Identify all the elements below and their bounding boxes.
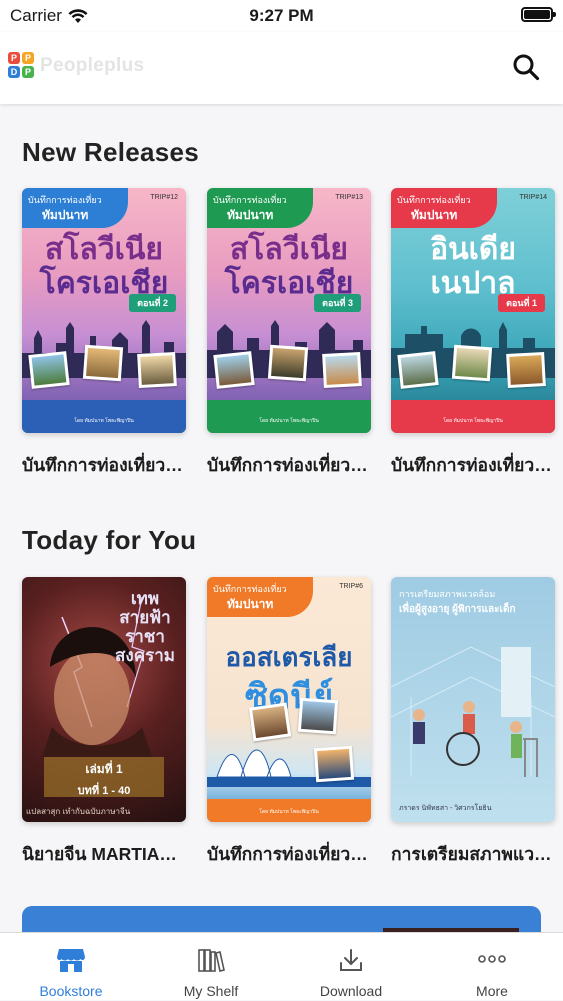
cover-photo (248, 702, 292, 742)
logo-letter: P (8, 52, 20, 64)
cover-author: ภราดร นิพัทธสา - วิศวกรโยธิน (399, 805, 492, 812)
status-bar: Carrier 9:27 PM (0, 0, 563, 32)
book-card[interactable]: บันทึกการท่องเที่ยว ทัมปนาท TRIP#14 อินเ… (391, 188, 555, 479)
cover-header-name: ทัมปนาท (42, 208, 89, 222)
cover-title-line1: เทพ (130, 589, 160, 608)
tab-bookstore[interactable]: Bookstore (1, 933, 141, 1001)
book-card[interactable]: บันทึกการท่องเที่ยว ทัมปนาท TRIP#6 ออสเต… (207, 577, 371, 868)
tab-my-shelf[interactable]: My Shelf (141, 933, 281, 1001)
tab-download[interactable]: Download (281, 933, 421, 1001)
app-header: P P D P Peopleplus (0, 32, 563, 104)
cover-header: บันทึกการท่องเที่ยว ทัมปนาท (391, 188, 497, 228)
cover-title-line2: เพื่อผู้สูงอายุ ผู้พิการและเด็ก (399, 604, 516, 615)
book-title[interactable]: บันทึกการท่องเที่ยวของทัมปนาท: สโลวีเนีย… (22, 451, 186, 479)
tab-label: More (476, 983, 508, 999)
cover-title-block: เทพ สายฟ้า ราชา สงคราม (110, 589, 180, 665)
tab-more[interactable]: More (422, 933, 562, 1001)
download-icon (340, 949, 362, 971)
cover-title-line2: สายฟ้า (119, 608, 171, 627)
cover-photo (397, 351, 439, 389)
cover-header: บันทึกการท่องเที่ยว ทัมปนาท (207, 188, 313, 228)
book-title[interactable]: บันทึกการท่องเที่ยวของทัมปนาท: อินเดีย เ… (391, 451, 555, 479)
cover-title-line1: การเตรียมสภาพแวดล้อม (399, 589, 496, 599)
cover-photo (322, 352, 362, 388)
cover-volume: เล่มที่ 1 (85, 762, 123, 776)
cover-photo (213, 351, 255, 389)
cover-trip: TRIP#14 (519, 194, 547, 201)
cover-photo (82, 344, 124, 382)
book-cover: เทพ สายฟ้า ราชา สงคราม เล่มที่ 1 บทที่ 1… (22, 577, 186, 822)
store-icon (57, 949, 85, 972)
status-time: 9:27 PM (249, 6, 314, 25)
logo-letter: D (8, 66, 20, 78)
book-title[interactable]: บันทึกการท่องเที่ยวของทัมปนาท: ออสเตรเลี… (207, 840, 371, 868)
app-name: Peopleplus (40, 55, 145, 76)
cover-header-text: บันทึกการท่องเที่ยว (397, 195, 471, 205)
battery-level (524, 10, 550, 19)
cover-photo (28, 351, 70, 389)
cover-episode: ตอนที่ 1 (498, 294, 545, 312)
book-title[interactable]: การเตรียมสภาพแวดล้อมเพื่อผู้สูงอายุ (391, 840, 555, 868)
cover-header-text: บันทึกการท่องเที่ยว (28, 195, 102, 205)
book-cover: การเตรียมสภาพแวดล้อม เพื่อผู้สูงอายุ ผู้… (391, 577, 555, 822)
book-cover: บันทึกการท่องเที่ยว ทัมปนาท TRIP#13 สโลว… (207, 188, 371, 433)
cover-volume-box: เล่มที่ 1 บทที่ 1 - 40 (44, 757, 164, 797)
cover-header-name: ทัมปนาท (227, 597, 274, 611)
book-cover: บันทึกการท่องเที่ยว ทัมปนาท TRIP#14 อินเ… (391, 188, 555, 433)
cover-author: โดย ทัมปนาท โพธะพิญาปิน (443, 418, 503, 424)
cover-trip: TRIP#13 (335, 194, 363, 201)
search-button[interactable] (509, 50, 543, 84)
more-icon (478, 955, 506, 963)
tab-label: Download (319, 983, 383, 999)
book-card[interactable]: บันทึกการท่องเที่ยว ทัมปนาท TRIP#13 สโลว… (207, 188, 371, 479)
cover-author: โดย ทัมปนาท โพธะพิญาปิน (74, 418, 134, 424)
cover-header-name: ทัมปนาท (411, 208, 458, 222)
cover-header-text: บันทึกการท่องเที่ยว (213, 584, 287, 594)
cover-trip: TRIP#12 (150, 194, 178, 201)
cover-header: บันทึกการท่องเที่ยว ทัมปนาท (22, 188, 128, 228)
cover-illustration (391, 646, 555, 777)
book-title[interactable]: นิยายจีน MARTIAL GOD (22, 840, 186, 868)
cover-title-line4: สงคราม (115, 646, 175, 665)
books-icon (198, 949, 225, 972)
cover-photo (451, 344, 493, 382)
search-icon (513, 54, 540, 81)
logo-icon: P P D P (8, 52, 36, 80)
app-logo[interactable]: P P D P Peopleplus (8, 52, 144, 80)
logo-letter: P (22, 66, 34, 78)
cover-header-name: ทัมปนาท (227, 208, 274, 222)
cover-header-text: บันทึกการท่องเที่ยว (213, 195, 287, 205)
cover-photo (137, 352, 177, 388)
cover-header: บันทึกการท่องเที่ยว ทัมปนาท (207, 577, 313, 617)
section-title-today-for-you: Today for You (22, 525, 197, 555)
logo-letter: P (22, 52, 34, 64)
book-cover: บันทึกการท่องเที่ยว ทัมปนาท TRIP#12 สโลว… (22, 188, 186, 433)
cover-photo (267, 344, 309, 382)
battery-icon (521, 7, 556, 22)
cover-photo (506, 352, 546, 388)
book-card[interactable]: บันทึกการท่องเที่ยว ทัมปนาท TRIP#12 สโลว… (22, 188, 186, 479)
tab-label: Bookstore (39, 983, 103, 999)
cover-episode: ตอนที่ 3 (314, 294, 361, 312)
cover-episode: ตอนที่ 2 (129, 294, 176, 312)
cover-title-line2: ซิดนีย์ (244, 678, 334, 716)
section-title-new-releases: New Releases (22, 137, 200, 167)
cover-photo (297, 697, 339, 735)
cover-author: โดย ทัมปนาท โพธะพิญาปิน (259, 418, 319, 424)
cover-title-line3: ราชา (125, 627, 165, 646)
cover-trip: TRIP#6 (339, 583, 363, 590)
cover-photo (313, 745, 355, 783)
book-cover: บันทึกการท่องเที่ยว ทัมปนาท TRIP#6 ออสเต… (207, 577, 371, 822)
cover-author: โดย ทัมปนาท โพธะพิญาปิน (259, 809, 319, 815)
book-card[interactable]: การเตรียมสภาพแวดล้อม เพื่อผู้สูงอายุ ผู้… (391, 577, 555, 868)
tab-bar: Bookstore My Shelf Download More (0, 932, 563, 1000)
book-title[interactable]: บันทึกการท่องเที่ยวของทัมปนาท: สโลวีเนีย… (207, 451, 371, 479)
book-card[interactable]: เทพ สายฟ้า ราชา สงคราม เล่มที่ 1 บทที่ 1… (22, 577, 186, 868)
cover-translator: แปลสาสุก เทำกับฉบับภาษาจีน (26, 807, 131, 816)
cover-chapters: บทที่ 1 - 40 (77, 785, 131, 797)
tab-label: My Shelf (183, 983, 239, 999)
